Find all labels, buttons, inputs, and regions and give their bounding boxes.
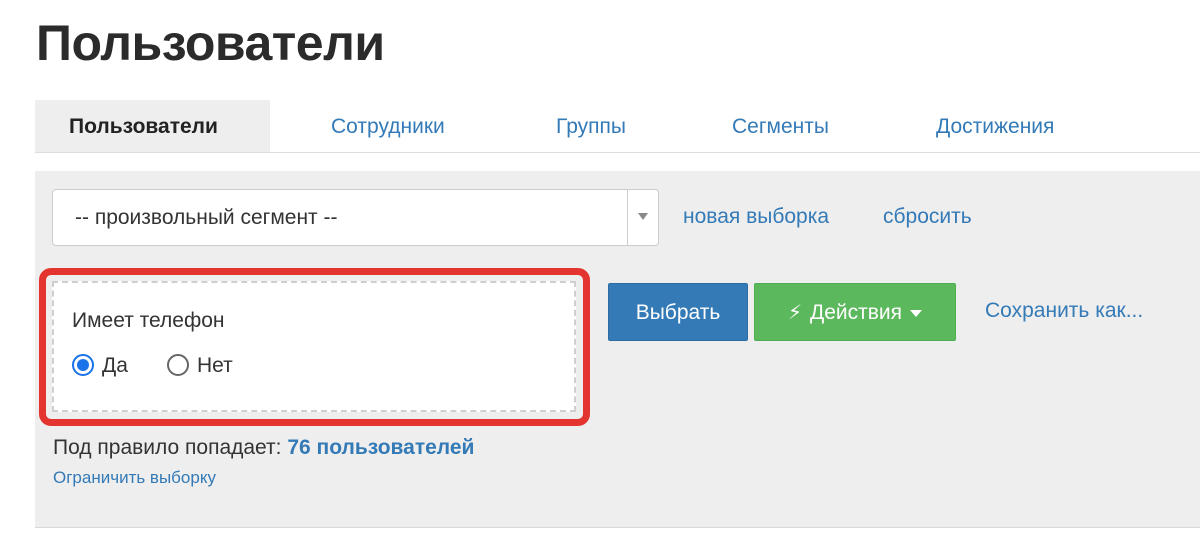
- limit-selection-link[interactable]: Ограничить выборку: [53, 468, 216, 488]
- radio-yes-indicator[interactable]: [72, 354, 94, 376]
- radio-yes[interactable]: Да: [72, 353, 152, 379]
- tab-achievements[interactable]: Достижения: [902, 100, 1088, 152]
- filter-panel: -- произвольный сегмент -- новая выборка…: [35, 171, 1200, 528]
- caret-down-icon: [910, 309, 923, 317]
- segment-select-toggle[interactable]: [627, 190, 658, 245]
- segment-select-value: -- произвольный сегмент --: [75, 206, 338, 229]
- segment-select[interactable]: -- произвольный сегмент --: [52, 189, 659, 246]
- bolt-icon: ⚡: [787, 302, 803, 324]
- match-count-link[interactable]: 76 пользователей: [287, 436, 474, 459]
- tab-segments[interactable]: Сегменты: [698, 100, 863, 152]
- radio-no-label: Нет: [197, 354, 233, 377]
- tab-employees[interactable]: Сотрудники: [297, 100, 479, 152]
- radio-no-indicator[interactable]: [167, 354, 189, 376]
- page-title: Пользователи: [36, 15, 385, 71]
- rule-has-phone: Имеет телефон Да Нет: [52, 281, 576, 412]
- radio-no[interactable]: Нет: [167, 353, 257, 379]
- actions-button[interactable]: ⚡ Действия: [754, 283, 956, 341]
- match-prefix: Под правило попадает:: [53, 436, 282, 459]
- tab-groups[interactable]: Группы: [522, 100, 660, 152]
- tabs-bar: Пользователи Сотрудники Группы Сегменты …: [35, 100, 1200, 153]
- radio-yes-label: Да: [102, 354, 128, 377]
- match-summary: Под правило попадает: 76 пользователей: [53, 436, 474, 460]
- new-selection-link[interactable]: новая выборка: [683, 205, 829, 229]
- actions-button-label: Действия: [810, 301, 903, 324]
- save-as-link[interactable]: Сохранить как...: [985, 299, 1143, 323]
- chevron-down-icon: [638, 213, 648, 220]
- tab-users[interactable]: Пользователи: [35, 100, 270, 152]
- select-button[interactable]: Выбрать: [608, 283, 748, 341]
- rule-title: Имеет телефон: [72, 309, 225, 332]
- reset-link[interactable]: сбросить: [883, 205, 972, 229]
